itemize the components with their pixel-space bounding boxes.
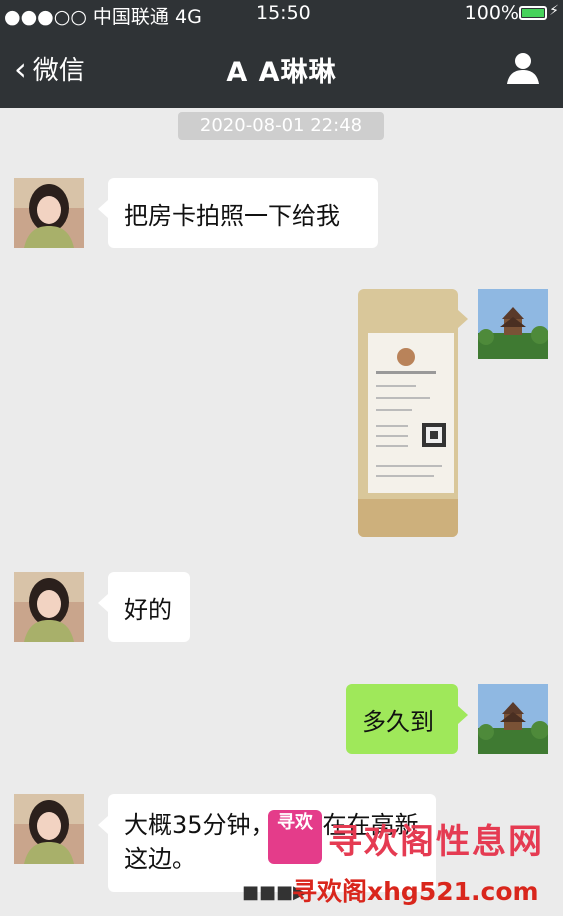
message-text: 把房卡拍照一下给我 — [124, 202, 340, 230]
status-bar: ●●●○○ 中国联通 4G 15:50 100% ⚡ — [0, 0, 563, 28]
avatar-contact[interactable] — [14, 178, 84, 248]
watermark-url: 寻欢阁xhg521.com — [292, 877, 539, 906]
message-bubble-received[interactable]: 把房卡拍照一下给我 — [98, 178, 378, 248]
battery-fill — [522, 9, 544, 17]
room-card-photo — [358, 289, 458, 537]
battery-percent: 100% — [464, 2, 519, 24]
message-text: 好的 — [124, 596, 172, 624]
message-image-room-card[interactable] — [358, 289, 458, 537]
image-bubble-tail — [458, 310, 468, 328]
avatar-contact-image — [14, 794, 84, 864]
carrier-label: ●●●○○ 中国联通 4G — [4, 6, 202, 28]
clock: 15:50 — [256, 2, 311, 24]
message-timestamp: 2020-08-01 22:48 — [178, 112, 384, 140]
avatar-contact-image — [14, 572, 84, 642]
avatar-contact-image — [14, 178, 84, 248]
message-bubble-received[interactable]: 好的 — [98, 572, 190, 642]
profile-icon[interactable] — [505, 50, 541, 86]
watermark-title: 寻欢阁性息网 — [328, 822, 544, 862]
avatar-self-image — [478, 684, 548, 754]
avatar-contact[interactable] — [14, 794, 84, 864]
charging-icon: ⚡ — [549, 3, 559, 19]
chat-title: A A琳琳 — [226, 57, 337, 88]
message-text: 多久到 — [362, 708, 434, 736]
nav-bar: ‹ 微信 A A琳琳 — [0, 28, 563, 108]
avatar-self[interactable] — [478, 684, 548, 754]
battery-icon — [519, 6, 547, 20]
message-bubble-sent[interactable]: 多久到 — [346, 684, 468, 754]
avatar-self-image — [478, 289, 548, 359]
avatar-contact[interactable] — [14, 572, 84, 642]
watermark: 寻欢 寻欢阁性息网 ■■■▶ 寻欢阁xhg521.com — [242, 810, 558, 916]
watermark-logo: 寻欢 — [268, 810, 322, 864]
avatar-self[interactable] — [478, 289, 548, 359]
